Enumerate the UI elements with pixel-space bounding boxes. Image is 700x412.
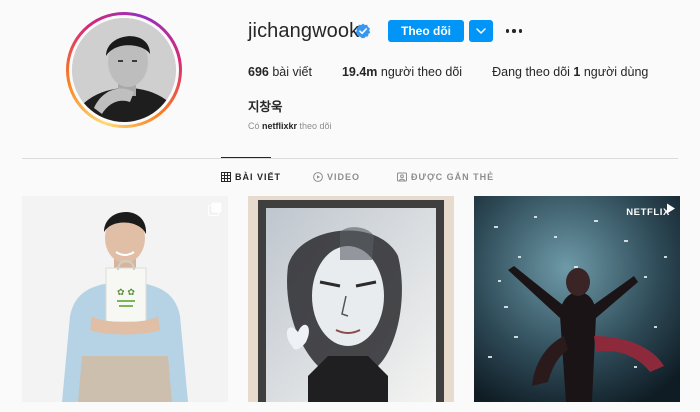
posts-count: 696 [248,65,269,79]
posts-label: bài viết [268,65,312,79]
post-thumbnail[interactable] [248,196,454,402]
followed-by-text[interactable]: Có netflixkr theo dõi [248,121,332,131]
more-options-button[interactable] [504,24,524,38]
multi-photo-icon [208,202,222,216]
followers-stat[interactable]: 19.4m người theo dõi [342,65,462,79]
posts-count-stat: 696 bài viết [248,65,312,79]
profile-avatar-ring[interactable] [66,12,182,128]
verified-badge-icon [355,23,371,39]
avatar-gap [69,15,179,125]
tab-video-label: VIDEO [327,172,361,182]
post-image-framed-artwork [248,196,454,402]
followers-count: 19.4m [341,65,378,79]
video-icon [667,203,675,214]
post-thumbnail[interactable]: ✿ ✿ [22,196,228,402]
following-stat[interactable]: Đang theo dõi 1 người dùng [492,65,648,79]
profile-fullname: 지창욱 [248,100,283,114]
followed-by-user[interactable]: netflixkr [262,121,297,131]
profile-stats: 696 bài viết 19.4m người theo dõi Đang t… [248,65,678,79]
tabs-divider [22,158,678,159]
tab-tagged-label: ĐƯỢC GẮN THẺ [411,172,495,182]
following-label: người dùng [580,65,649,79]
following-prefix: Đang theo dõi [492,65,574,79]
post-thumbnail[interactable]: NETFLIX [474,196,680,402]
dot [505,29,510,33]
avatar-photo [72,18,176,122]
suggested-dropdown-button[interactable] [469,20,493,42]
post-image-man-with-bag: ✿ ✿ [22,196,228,402]
chevron-down-icon [476,28,486,34]
follow-button[interactable]: Theo dõi [388,20,464,42]
tagged-icon [397,172,407,182]
tab-video[interactable]: VIDEO [313,172,360,182]
post-image-netflix-scene [474,196,680,402]
svg-text:✿ ✿: ✿ ✿ [117,288,135,298]
video-icon [313,172,323,182]
dot [518,29,523,33]
dot [512,29,516,33]
followed-by-suffix: theo dõi [297,121,332,131]
followed-by-prefix: Có [248,121,263,131]
tab-tagged[interactable]: ĐƯỢC GẮN THẺ [397,172,494,182]
followers-label: người theo dõi [377,65,463,79]
grid-icon [221,172,231,182]
tab-posts[interactable]: BÀI VIẾT [221,172,281,182]
profile-username: jichangwook [248,20,360,42]
tab-posts-label: BÀI VIẾT [235,172,282,182]
active-tab-indicator [221,157,271,158]
avatar[interactable] [72,18,176,122]
